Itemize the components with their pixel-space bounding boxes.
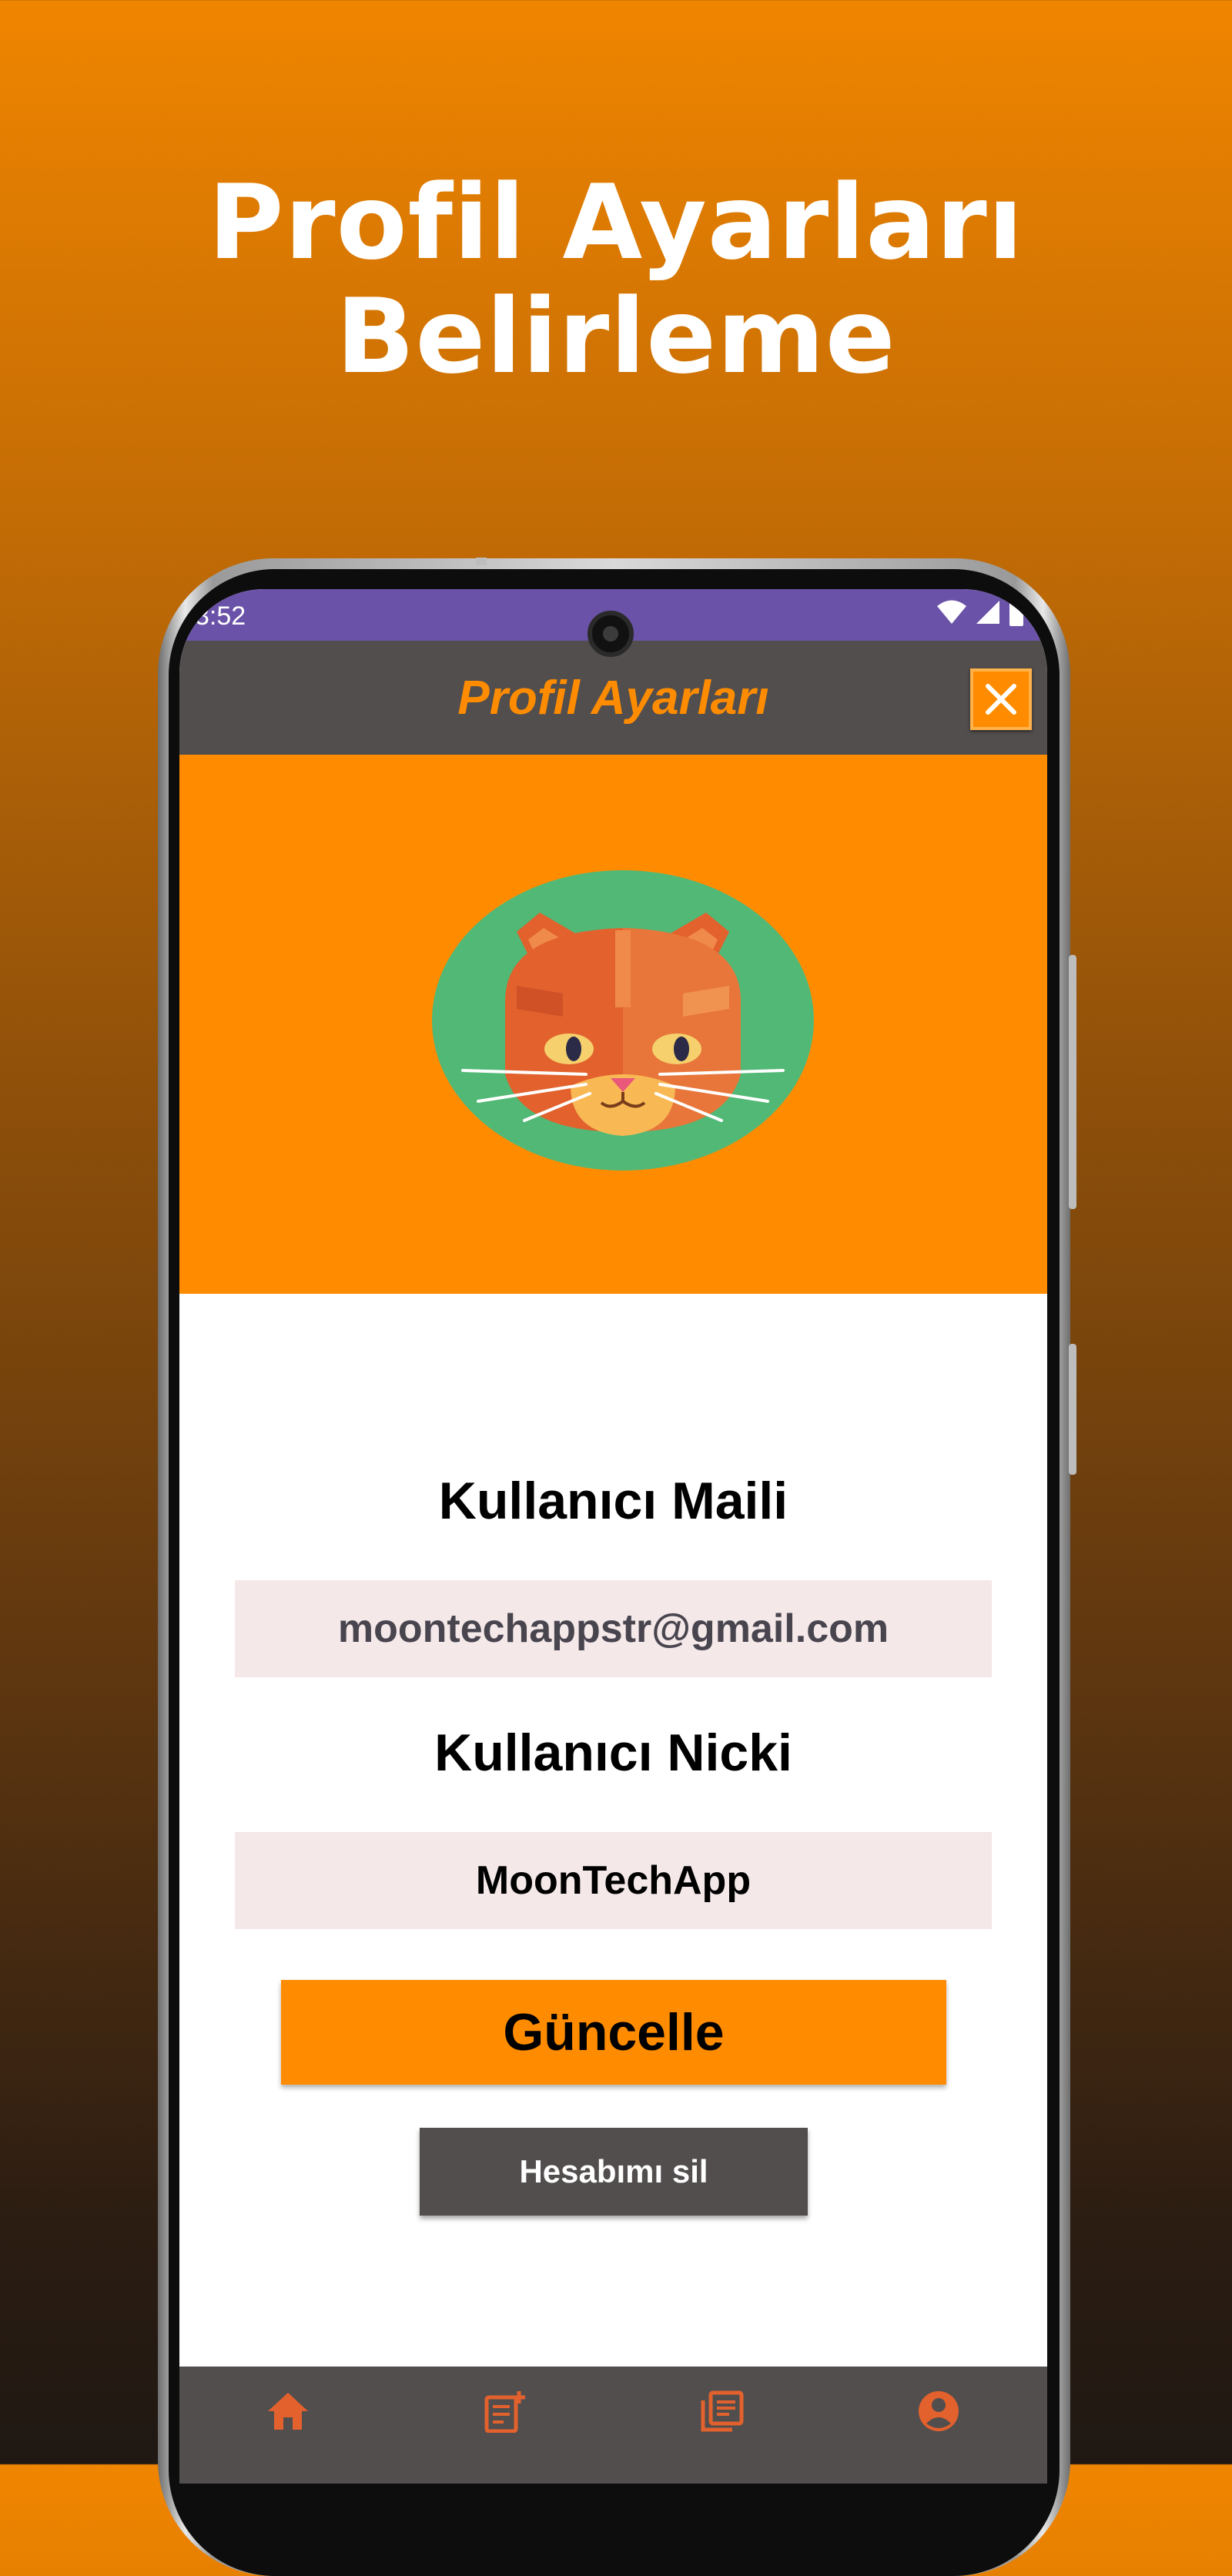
phone-volume-button	[1069, 955, 1076, 1209]
home-icon	[267, 2393, 308, 2430]
promo-title: Profil Ayarları Belirleme	[0, 166, 1232, 394]
nav-account[interactable]	[908, 2390, 969, 2451]
status-icons	[936, 598, 1024, 626]
front-camera	[588, 611, 634, 657]
update-button[interactable]: Güncelle	[281, 1980, 946, 2085]
app-bar-title: Profil Ayarları	[457, 672, 769, 725]
signal-icon	[976, 601, 999, 624]
delete-account-button[interactable]: Hesabımı sil	[420, 2128, 808, 2216]
nick-field[interactable]: MoonTechApp	[235, 1832, 992, 1929]
email-field[interactable]: moontechappstr@gmail.com	[235, 1580, 992, 1677]
nav-home[interactable]	[257, 2390, 319, 2451]
phone-screen: 3:52 Profil Ayarları Kullanıcı Maili moo…	[179, 589, 1047, 2484]
cat-avatar[interactable]	[432, 870, 814, 1171]
battery-icon	[1009, 598, 1023, 626]
nick-label: Kullanıcı Nicki	[434, 1723, 792, 1782]
close-icon	[986, 684, 1016, 715]
phone-power-button	[1069, 1344, 1076, 1475]
wifi-icon	[937, 600, 966, 624]
library-icon	[701, 2390, 744, 2432]
email-label: Kullanıcı Maili	[438, 1472, 788, 1530]
nav-library[interactable]	[691, 2390, 752, 2451]
note-add-icon	[484, 2391, 525, 2433]
bottom-navigation	[179, 2367, 1047, 2484]
promo-title-line-1: Profil Ayarları	[208, 162, 1024, 283]
profile-header	[179, 755, 1047, 1294]
phone-top-notch-mark	[476, 558, 487, 565]
account-icon	[919, 2391, 959, 2431]
close-button[interactable]	[970, 668, 1032, 730]
app-bar: Profil Ayarları	[179, 641, 1047, 755]
promo-title-line-2: Belirleme	[336, 276, 896, 397]
nav-add-note[interactable]	[474, 2390, 536, 2451]
status-time: 3:52	[195, 601, 246, 631]
